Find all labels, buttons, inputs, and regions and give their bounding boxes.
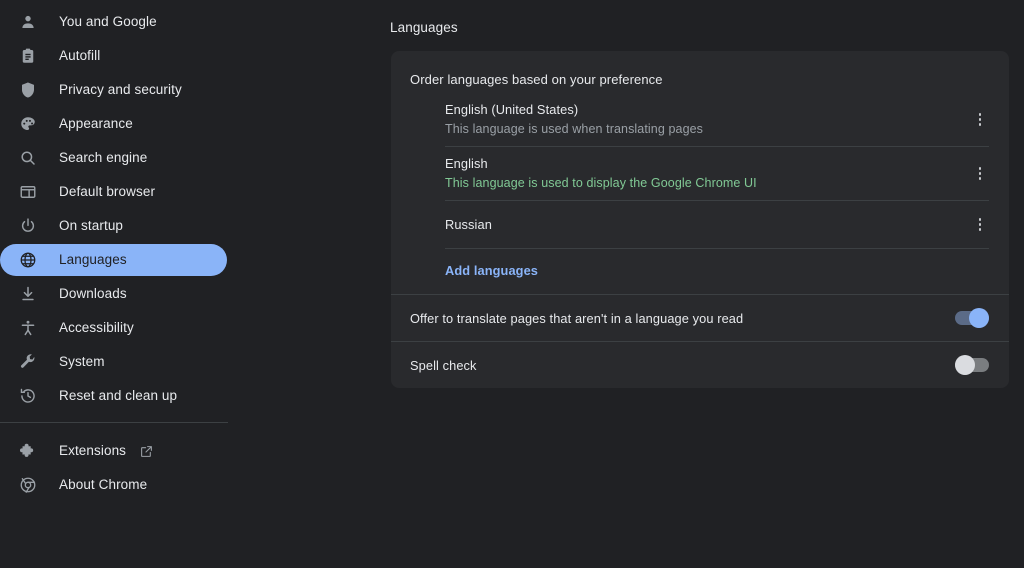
languages-card: Order languages based on your preference…: [391, 51, 1009, 388]
sidebar-item-system[interactable]: System: [0, 346, 227, 378]
sidebar-item-you-and-google[interactable]: You and Google: [0, 6, 227, 38]
sidebar-item-languages[interactable]: Languages: [0, 244, 227, 276]
sidebar-item-label: Accessibility: [59, 312, 134, 344]
sidebar-item-extensions[interactable]: Extensions: [0, 435, 227, 467]
sidebar-item-downloads[interactable]: Downloads: [0, 278, 227, 310]
spell-check-row[interactable]: Spell check: [391, 341, 1009, 388]
sidebar-item-reset-and-clean-up[interactable]: Reset and clean up: [0, 380, 227, 412]
sidebar-item-appearance[interactable]: Appearance: [0, 108, 227, 140]
toggle-knob: [969, 308, 989, 328]
sidebar-item-privacy-and-security[interactable]: Privacy and security: [0, 74, 227, 106]
more-vert-icon[interactable]: [970, 213, 990, 237]
list-item[interactable]: English (United States) This language is…: [445, 95, 989, 147]
spell-check-label: Spell check: [410, 358, 955, 373]
language-list: English (United States) This language is…: [391, 95, 1009, 294]
language-text: English (United States) This language is…: [445, 101, 970, 138]
page-title: Languages: [390, 20, 458, 35]
language-subtitle: This language is used to display the Goo…: [445, 174, 970, 192]
language-text: English This language is used to display…: [445, 155, 970, 192]
power-icon: [18, 216, 38, 236]
language-subtitle: This language is used when translating p…: [445, 120, 970, 138]
offer-to-translate-row[interactable]: Offer to translate pages that aren't in …: [391, 294, 1009, 341]
card-header: Order languages based on your preference: [391, 51, 1009, 95]
list-item[interactable]: Russian: [445, 201, 989, 249]
chrome-settings-window: You and Google Autofill Privacy and secu…: [0, 0, 1024, 568]
sidebar-item-label: Autofill: [59, 40, 100, 72]
sidebar-item-label: Extensions: [59, 435, 126, 467]
clipboard-icon: [18, 46, 38, 66]
sidebar-item-about-chrome[interactable]: About Chrome: [0, 469, 227, 501]
offer-to-translate-toggle[interactable]: [955, 311, 989, 325]
sidebar-item-label: System: [59, 346, 105, 378]
sidebar-item-label: Downloads: [59, 278, 127, 310]
list-item[interactable]: English This language is used to display…: [445, 147, 989, 201]
accessibility-icon: [18, 318, 38, 338]
sidebar-item-label: Privacy and security: [59, 74, 182, 106]
language-name: Russian: [445, 216, 970, 234]
spell-check-toggle[interactable]: [955, 358, 989, 372]
sidebar-item-default-browser[interactable]: Default browser: [0, 176, 227, 208]
sidebar-item-label: Languages: [59, 244, 127, 276]
sidebar-item-search-engine[interactable]: Search engine: [0, 142, 227, 174]
sidebar-item-accessibility[interactable]: Accessibility: [0, 312, 227, 344]
person-icon: [18, 12, 38, 32]
sidebar-item-label: Reset and clean up: [59, 380, 177, 412]
download-icon: [18, 284, 38, 304]
shield-icon: [18, 80, 38, 100]
sidebar-item-label: Default browser: [59, 176, 155, 208]
palette-icon: [18, 114, 38, 134]
settings-sidebar: You and Google Autofill Privacy and secu…: [0, 0, 240, 568]
globe-icon: [18, 250, 38, 270]
offer-to-translate-label: Offer to translate pages that aren't in …: [410, 311, 955, 326]
sidebar-item-label: On startup: [59, 210, 123, 242]
more-vert-icon[interactable]: [970, 108, 990, 132]
add-languages-link[interactable]: Add languages: [445, 249, 538, 294]
sidebar-item-autofill[interactable]: Autofill: [0, 40, 227, 72]
sidebar-divider: [0, 422, 228, 423]
puzzle-icon: [18, 441, 38, 461]
sidebar-item-label: About Chrome: [59, 469, 147, 501]
language-name: English (United States): [445, 101, 970, 119]
browser-window-icon: [18, 182, 38, 202]
open-in-new-icon[interactable]: [140, 444, 154, 458]
sidebar-item-label: Appearance: [59, 108, 133, 140]
language-name: English: [445, 155, 970, 173]
search-icon: [18, 148, 38, 168]
sidebar-item-label: You and Google: [59, 6, 157, 38]
sidebar-item-on-startup[interactable]: On startup: [0, 210, 227, 242]
wrench-icon: [18, 352, 38, 372]
chrome-icon: [18, 475, 38, 495]
toggle-knob: [955, 355, 975, 375]
more-vert-icon[interactable]: [970, 162, 990, 186]
language-text: Russian: [445, 216, 970, 234]
settings-main-content: Languages Order languages based on your …: [240, 0, 1024, 568]
history-icon: [18, 386, 38, 406]
sidebar-item-label: Search engine: [59, 142, 147, 174]
